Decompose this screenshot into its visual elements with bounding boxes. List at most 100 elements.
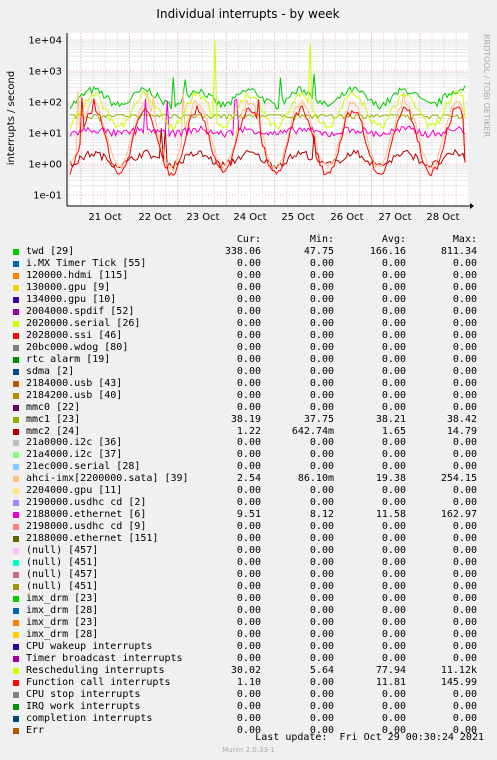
- legend-value-avg: 0.00: [381, 640, 406, 652]
- legend-swatch: [13, 643, 19, 650]
- legend-value-min: 0.00: [309, 521, 334, 533]
- legend-series-name: 2204000.gpu [11]: [26, 485, 123, 497]
- legend-value-cur: 0.00: [236, 485, 261, 497]
- legend-series-name: 2188000.ethernet [151]: [26, 533, 159, 545]
- legend-swatch: [13, 572, 19, 579]
- legend-value-min: 0.00: [309, 628, 334, 640]
- legend-value-avg: 0.00: [381, 557, 406, 569]
- legend-series-name: 2184000.usb [43]: [26, 377, 123, 389]
- legend-value-cur: 0.00: [236, 257, 261, 269]
- legend-row: rtc alarm [19] 0.00 0.00 0.00 0.00: [0, 354, 497, 366]
- legend-value-avg: 0.00: [381, 293, 406, 305]
- legend-swatch: [13, 332, 19, 339]
- legend-row: mmc0 [22] 0.00 0.00 0.00 0.00: [0, 402, 497, 414]
- legend-value-min: 0.00: [309, 676, 334, 688]
- legend-value-max: 0.00: [452, 293, 477, 305]
- legend-series-name: 20bc000.wdog [80]: [26, 341, 129, 353]
- legend-value-max: 0.00: [452, 581, 477, 593]
- legend-value-avg: 38.21: [375, 413, 406, 425]
- legend-row: 2028000.ssi [46] 0.00 0.00 0.00 0.00: [0, 330, 497, 342]
- legend-value-max: 0.00: [452, 341, 477, 353]
- legend-rows: twd [29] 338.06 47.75 166.16 811.34 i.MX Time…: [0, 246, 497, 737]
- legend-series-name: imx_drm [28]: [26, 628, 99, 640]
- legend-value-max: 0.00: [452, 377, 477, 389]
- legend-row: (null) [451] 0.00 0.00 0.00 0.00: [0, 557, 497, 569]
- legend-value-min: 0.00: [309, 581, 334, 593]
- legend-row: mmc2 [24] 1.22 642.74m 1.65 14.79: [0, 426, 497, 438]
- legend-value-avg: 0.00: [381, 497, 406, 509]
- legend-swatch: [13, 464, 19, 471]
- legend-row: Timer broadcast interrupts 0.00 0.00 0.00 0.…: [0, 653, 497, 665]
- legend-value-min: 5.64: [309, 664, 334, 676]
- legend-value-max: 0.00: [452, 401, 477, 413]
- legend-value-max: 145.99: [440, 676, 477, 688]
- legend-value-cur: 0.00: [236, 389, 261, 401]
- legend-series-name: 2020000.serial [26]: [26, 317, 141, 329]
- legend-swatch: [13, 679, 19, 686]
- legend-value-min: 0.00: [309, 593, 334, 605]
- legend-row: imx_drm [28] 0.00 0.00 0.00 0.00: [0, 605, 497, 617]
- legend-value-cur: 0.00: [236, 437, 261, 449]
- legend-value-min: 0.00: [309, 317, 334, 329]
- legend-value-cur: 0.00: [236, 317, 261, 329]
- legend-value-cur: 0.00: [236, 724, 261, 736]
- legend-value-min: 0.00: [309, 640, 334, 652]
- legend-series-name: 120000.hdmi [115]: [26, 269, 129, 281]
- legend-value-min: 0.00: [309, 533, 334, 545]
- legend-series-name: twd [29]: [26, 245, 75, 257]
- x-tick-label: 23 Oct: [186, 212, 219, 223]
- y-tick-label: 1e+03: [28, 67, 62, 78]
- x-tick-label: 22 Oct: [138, 212, 171, 223]
- legend-row: 2190000.usdhc cd [2] 0.00 0.00 0.00 0.00: [0, 497, 497, 509]
- legend-row: 130000.gpu [9] 0.00 0.00 0.00 0.00: [0, 282, 497, 294]
- legend-swatch: [13, 248, 19, 255]
- legend-row: 2198000.usdhc cd [9] 0.00 0.00 0.00 0.00: [0, 521, 497, 533]
- legend-row: twd [29] 338.06 47.75 166.16 811.34: [0, 246, 497, 258]
- legend-value-cur: 0.00: [236, 341, 261, 353]
- legend-series-name: 2004000.spdif [52]: [26, 305, 135, 317]
- legend-row: CPU wakeup interrupts 0.00 0.00 0.00 0.00: [0, 641, 497, 653]
- y-axis-label: interrupts / second: [6, 71, 17, 165]
- legend-value-max: 811.34: [440, 245, 477, 257]
- legend-value-avg: 0.00: [381, 712, 406, 724]
- legend-swatch: [13, 715, 19, 722]
- legend-value-min: 0.00: [309, 389, 334, 401]
- legend-value-avg: 0.00: [381, 269, 406, 281]
- legend-value-avg: 0.00: [381, 437, 406, 449]
- legend-swatch: [13, 476, 19, 483]
- legend-header-avg: Avg:: [381, 234, 406, 245]
- legend-swatch: [13, 667, 19, 674]
- legend-value-min: 0.00: [309, 401, 334, 413]
- legend-value-min: 0.00: [309, 305, 334, 317]
- legend-value-min: 0.00: [309, 569, 334, 581]
- chart-area: Individual interrupts - by week RRDTOOL …: [6, 7, 491, 223]
- legend-value-min: 0.00: [309, 353, 334, 365]
- legend-swatch: [13, 524, 19, 531]
- legend-header: Cur: Min: Avg: Max:: [0, 234, 497, 246]
- legend-swatch: [13, 428, 19, 435]
- legend-row: IRQ work interrupts 0.00 0.00 0.00 0.00: [0, 701, 497, 713]
- legend-swatch: [13, 631, 19, 638]
- legend-value-avg: 77.94: [375, 664, 406, 676]
- legend-swatch: [13, 584, 19, 591]
- legend-swatch: [13, 452, 19, 459]
- legend-row: 120000.hdmi [115] 0.00 0.00 0.00 0.00: [0, 270, 497, 282]
- legend-value-cur: 0.00: [236, 377, 261, 389]
- legend-value-avg: 0.00: [381, 281, 406, 293]
- legend-row: 2020000.serial [26] 0.00 0.00 0.00 0.00: [0, 318, 497, 330]
- legend-series-name: imx_drm [28]: [26, 605, 99, 617]
- legend-value-cur: 9.51: [236, 509, 261, 521]
- legend-value-cur: 0.00: [236, 365, 261, 377]
- legend-value-avg: 11.81: [375, 676, 406, 688]
- legend-swatch: [13, 368, 19, 375]
- legend-value-max: 0.00: [452, 449, 477, 461]
- legend-value-cur: 0.00: [236, 605, 261, 617]
- legend-value-max: 0.00: [452, 305, 477, 317]
- legend-row: 2004000.spdif [52] 0.00 0.00 0.00 0.00: [0, 306, 497, 318]
- legend-series-name: 130000.gpu [9]: [26, 281, 111, 293]
- legend-swatch: [13, 488, 19, 495]
- legend-swatch: [13, 272, 19, 279]
- legend-series-name: 21ec000.serial [28]: [26, 461, 141, 473]
- legend-value-max: 0.00: [452, 617, 477, 628]
- legend-value-cur: 0.00: [236, 305, 261, 317]
